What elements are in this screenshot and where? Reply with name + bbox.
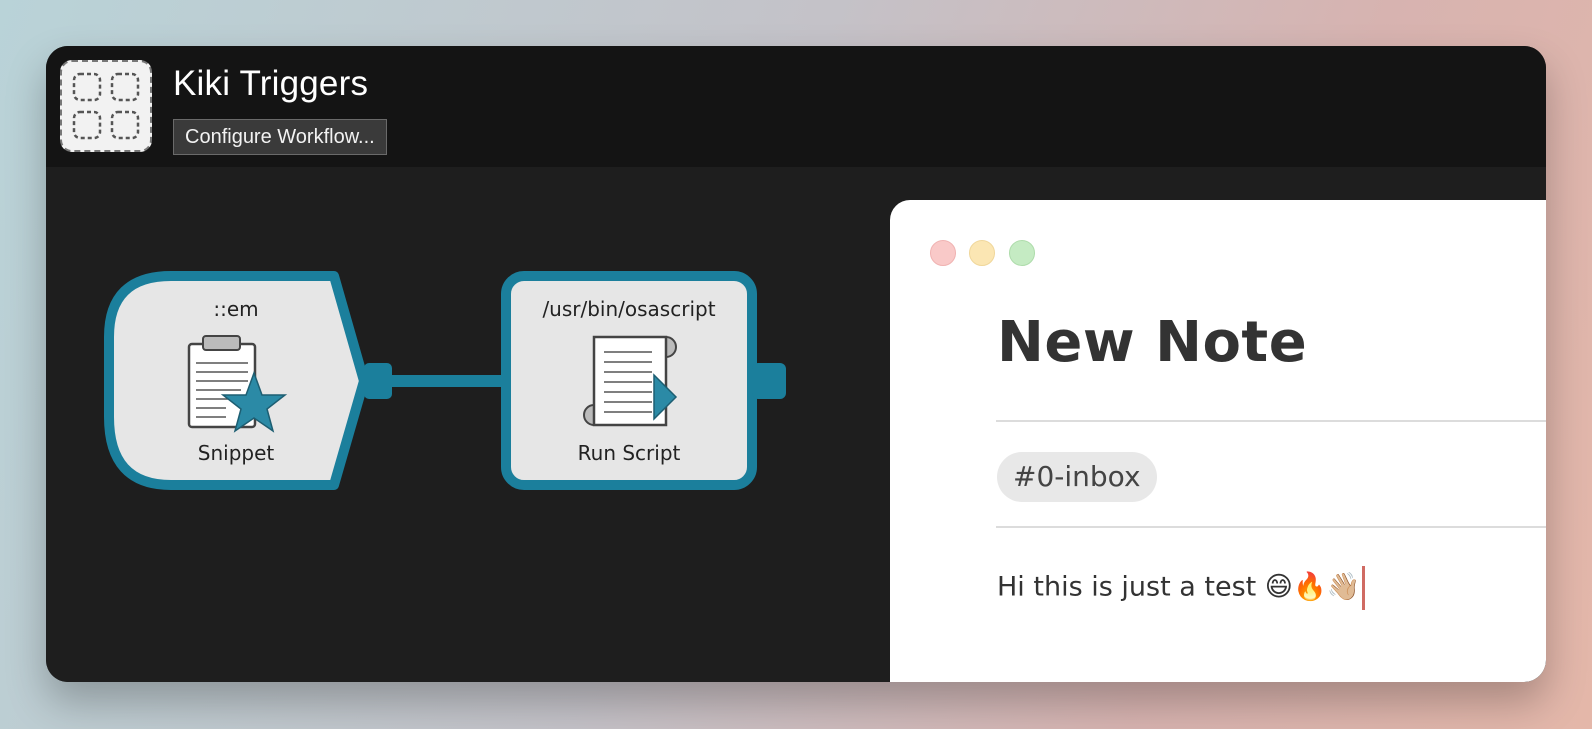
close-window-button[interactable]	[930, 240, 956, 266]
text-cursor	[1362, 566, 1366, 610]
tag-divider	[996, 526, 1546, 528]
note-body[interactable]: Hi this is just a test 😄🔥👋🏼	[997, 566, 1366, 610]
snippet-output-connector[interactable]	[364, 363, 392, 399]
note-title[interactable]: New Note	[997, 310, 1307, 375]
run-script-label: Run Script	[577, 441, 681, 465]
grid-placeholder-icon	[72, 72, 140, 140]
workflow-header: Kiki Triggers Configure Workflow...	[46, 46, 1546, 167]
snippet-keyword: ::em	[213, 297, 259, 321]
workflow-title: Kiki Triggers	[173, 64, 369, 103]
minimize-window-button[interactable]	[969, 240, 995, 266]
workflow-window: Kiki Triggers Configure Workflow...::em…	[46, 46, 1546, 682]
script-path: /usr/bin/osascript	[542, 297, 716, 321]
workflow-icon[interactable]	[60, 60, 152, 152]
workflow-graph	[104, 271, 786, 490]
connection-line	[386, 375, 506, 387]
script-icon	[583, 335, 678, 427]
script-output-connector[interactable]	[752, 363, 786, 399]
note-body-text: Hi this is just a test 😄🔥👋🏼	[997, 571, 1361, 603]
configure-workflow-button[interactable]: Configure Workflow...	[173, 119, 387, 155]
title-divider	[996, 420, 1546, 422]
note-window: New Note #0-inbox Hi this is just a test…	[890, 200, 1546, 682]
note-tag[interactable]: #0-inbox	[997, 452, 1157, 502]
zoom-window-button[interactable]	[1009, 240, 1035, 266]
snippet-label: Snippet	[197, 441, 275, 465]
